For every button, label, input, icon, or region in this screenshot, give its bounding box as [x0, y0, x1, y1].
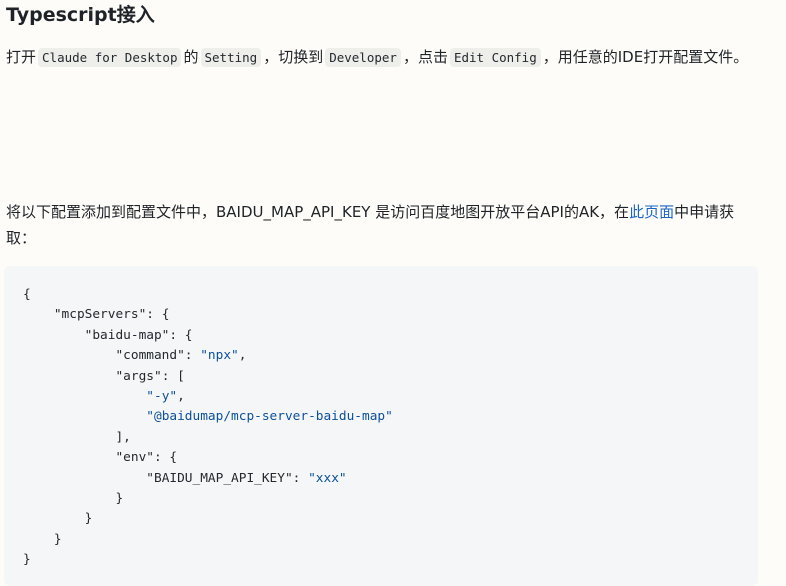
inline-code-edit-config: Edit Config	[449, 48, 541, 67]
code-punctuation: }	[84, 511, 93, 527]
code-key: "env"	[115, 450, 154, 466]
para1-text-5: ，用任意的IDE打开配置文件。	[542, 48, 749, 66]
code-line: }	[23, 511, 93, 527]
code-key: "command"	[115, 348, 185, 364]
code-block: { "mcpServers": { "baidu-map": { "comman…	[4, 266, 758, 586]
code-line: ],	[23, 429, 131, 445]
code-string: "xxx"	[308, 470, 347, 486]
code-line: "mcpServers": {	[23, 307, 170, 323]
code-punctuation: ,	[177, 389, 185, 405]
this-page-link[interactable]: 此页面	[629, 203, 674, 221]
code-key: "args"	[115, 368, 162, 384]
code-line: "args": [	[23, 368, 185, 384]
code-punctuation: {	[23, 287, 31, 302]
code-line: {	[23, 287, 31, 302]
para1-text-2: 的	[183, 48, 199, 66]
code-line: "baidu-map": {	[23, 328, 193, 343]
code-punctuation: :	[184, 348, 201, 364]
para2-text-before: 将以下配置添加到配置文件中，BAIDU_MAP_API_KEY 是访问百度地图开…	[6, 203, 630, 221]
code-content: { "mcpServers": { "baidu-map": { "comman…	[23, 285, 393, 571]
para1-text-1: 打开	[6, 48, 37, 66]
code-line: }	[23, 532, 62, 547]
code-string: "@baidumap/mcp-server-baidu-map"	[146, 409, 393, 425]
code-line: "env": {	[23, 450, 177, 465]
code-key: "BAIDU_MAP_API_KEY"	[146, 470, 293, 486]
code-punctuation: ,	[238, 348, 247, 364]
code-line: "-y",	[23, 389, 185, 404]
code-line: "command": "npx",	[23, 348, 246, 363]
doc-page: Typescript接入 打开 Claude for Desktop 的 Settin…	[0, 0, 786, 586]
code-punctuation: : {	[146, 307, 170, 323]
code-punctuation: :	[292, 470, 309, 486]
config-paragraph: 将以下配置添加到配置文件中，BAIDU_MAP_API_KEY 是访问百度地图开…	[6, 199, 758, 251]
code-punctuation: ],	[115, 429, 131, 445]
code-punctuation: }	[115, 491, 124, 507]
inline-code-developer: Developer	[325, 48, 401, 67]
code-line: }	[23, 491, 123, 506]
para1-text-3: ，切换到	[263, 48, 324, 66]
inline-code-claude-desktop: Claude for Desktop	[38, 48, 182, 67]
code-punctuation: }	[53, 531, 62, 547]
code-punctuation: : {	[153, 450, 178, 466]
code-punctuation: }	[23, 552, 31, 568]
section-heading: Typescript接入	[6, 4, 155, 26]
code-key: "baidu-map"	[84, 327, 170, 343]
code-line: "BAIDU_MAP_API_KEY": "xxx"	[23, 470, 347, 486]
code-string: "-y"	[146, 389, 178, 405]
para1-text-4: ，点击	[402, 48, 448, 66]
code-key: "mcpServers"	[53, 307, 147, 323]
code-punctuation: : [	[161, 368, 185, 384]
code-punctuation: : {	[169, 327, 193, 343]
intro-paragraph: 打开 Claude for Desktop 的 Setting ，切换到 Develope…	[6, 44, 758, 71]
code-line: }	[23, 552, 31, 567]
code-line: "@baidumap/mcp-server-baidu-map"	[23, 409, 393, 424]
code-string: "npx"	[200, 348, 239, 364]
inline-code-setting: Setting	[200, 48, 262, 67]
